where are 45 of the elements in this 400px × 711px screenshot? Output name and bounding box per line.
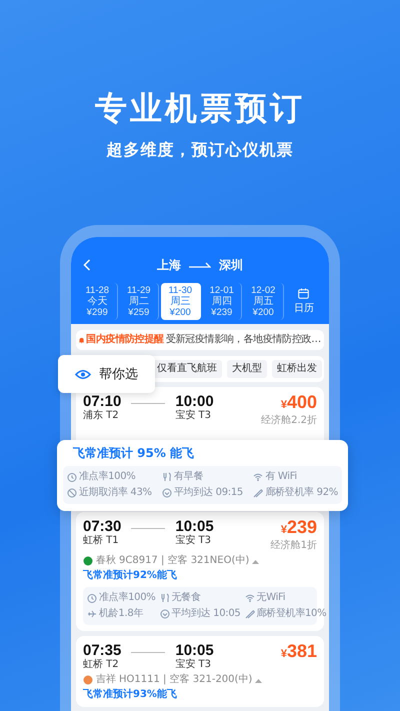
- amenity-label: 无WiFi: [256, 592, 286, 604]
- currency-symbol: ¥: [280, 647, 287, 662]
- arrival-airport: 宝安 T3: [175, 410, 212, 422]
- amenity-label: 平均到达 09:15: [174, 487, 243, 499]
- price: 400: [286, 393, 317, 412]
- hero-title: 专业机票预订: [94, 88, 306, 128]
- currency-symbol: ¥: [280, 398, 287, 413]
- amenity-label: 廊桥登机率10%: [256, 608, 326, 620]
- amenity-label: 有早餐: [174, 471, 204, 483]
- amenity-label: 有 WiFi: [265, 471, 297, 483]
- arrival-airport: 宝安 T3: [175, 535, 212, 547]
- departure-time: 07:10: [83, 393, 122, 410]
- departure-city: 上海: [157, 256, 181, 274]
- departure-time: 07:30: [83, 518, 122, 535]
- arrival-time: 10:05: [175, 518, 214, 535]
- currency-symbol: ¥: [280, 523, 287, 538]
- arrival-time: 10:05: [175, 642, 214, 659]
- amenity-label: 平均到达 10:05: [172, 608, 240, 620]
- departure-airport: 虹桥 T2: [83, 659, 120, 671]
- departure-time: 07:35: [83, 642, 122, 659]
- notice-text: 受新冠疫情影响，各地疫情防控政…: [166, 334, 321, 346]
- amenity-label: 准点率100%: [79, 471, 136, 483]
- flight-details: 9C8917 | 空客 321NEO(中): [119, 555, 250, 567]
- airline-name: 春秋: [96, 555, 116, 567]
- hero-subtitle: 超多维度，预订心仪机票: [106, 140, 294, 161]
- on-time-forecast: 飞常准预计 95% 能飞: [73, 446, 196, 460]
- amenity-label: 廊桥登机率 92%: [265, 487, 338, 499]
- price: 239: [286, 518, 317, 537]
- arrival-city: 深圳: [219, 256, 243, 274]
- on-time-forecast: 飞常准预计93%能飞: [83, 689, 178, 701]
- notice-title: 国内疫情防控提醒: [86, 334, 164, 346]
- airline-name: 吉祥: [96, 674, 116, 686]
- departure-airport: 浦东 T2: [83, 410, 120, 422]
- cabin-discount: 经济舱1折: [270, 540, 317, 552]
- amenity-label: 机龄1.8年: [99, 608, 144, 620]
- cabin-discount: 经济舱2.2折: [261, 415, 317, 427]
- departure-airport: 虹桥 T1: [83, 535, 120, 547]
- arrival-airport: 宝安 T3: [175, 659, 212, 671]
- price: 381: [286, 642, 317, 661]
- arrival-time: 10:00: [175, 393, 214, 410]
- on-time-forecast: 飞常准预计92%能飞: [83, 570, 178, 582]
- amenity-label: 准点率100%: [99, 592, 156, 604]
- amenity-label: 近期取消率 43%: [79, 487, 152, 499]
- amenity-label: 无餐食: [172, 592, 201, 604]
- flight-details: HO1111 | 空客 321-200(中): [119, 674, 252, 686]
